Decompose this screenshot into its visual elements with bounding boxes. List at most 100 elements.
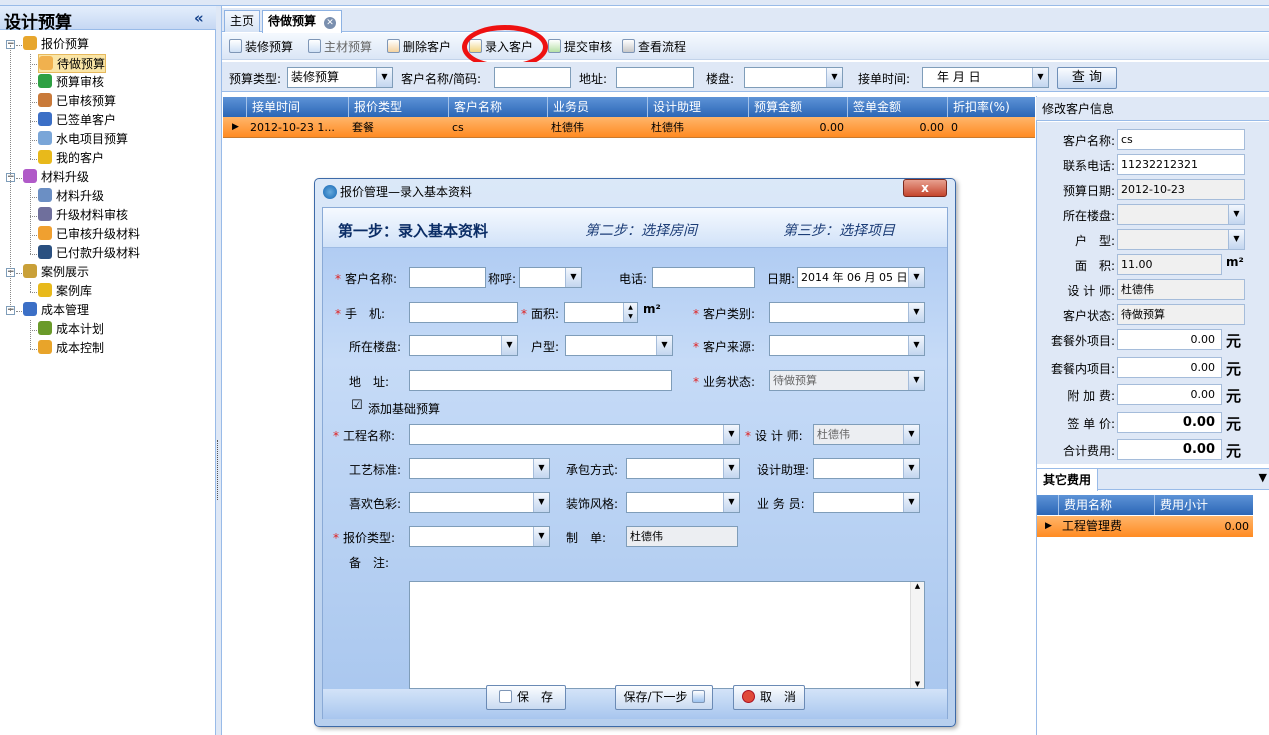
splitter-grip[interactable] bbox=[217, 440, 221, 500]
business-status-select[interactable]: 待做预算 ▼ bbox=[769, 370, 925, 391]
chevron-down-icon[interactable]: ▼ bbox=[903, 493, 919, 512]
tree-item[interactable]: 已审核预算 bbox=[38, 92, 116, 111]
contract-method-select[interactable]: ▼ bbox=[626, 458, 740, 479]
tree-item[interactable]: 材料升级 bbox=[23, 168, 89, 187]
table-row[interactable]: ▶ 2012-10-23 1... 套餐 cs 杜德伟 杜德伟 0.00 0.0… bbox=[223, 117, 1035, 138]
table-row[interactable]: ▶ 工程管理费 0.00 bbox=[1037, 516, 1253, 537]
house-type-select[interactable]: ▼ bbox=[565, 335, 673, 356]
customer-type-select[interactable]: ▼ bbox=[769, 302, 925, 323]
customer-info-field[interactable]: ▼ bbox=[1117, 204, 1245, 225]
customer-name-input[interactable] bbox=[409, 267, 486, 288]
other-col-fee-subtotal[interactable]: 费用小计 bbox=[1155, 495, 1253, 515]
decor-style-select[interactable]: ▼ bbox=[626, 492, 740, 513]
grid-col-customer-name[interactable]: 客户名称 bbox=[449, 97, 548, 117]
date-picker[interactable]: 2014 年 06 月 05 日 ▼ bbox=[797, 267, 925, 288]
delete-customer-button[interactable]: 删除客户 bbox=[387, 38, 451, 56]
chevron-down-icon[interactable]: ▼ bbox=[723, 459, 739, 478]
address-search-input[interactable] bbox=[616, 67, 694, 88]
tree-item[interactable]: 材料升级 bbox=[38, 187, 104, 206]
mobile-input[interactable] bbox=[409, 302, 518, 323]
chevron-down-icon[interactable]: ▼ bbox=[723, 493, 739, 512]
customer-info-field[interactable]: 2012-10-23 bbox=[1117, 179, 1245, 200]
chevron-down-icon[interactable]: ▼ bbox=[656, 336, 672, 355]
chevron-down-icon[interactable]: ▼ bbox=[908, 303, 924, 322]
notes-textarea[interactable]: ▲ ▼ bbox=[409, 581, 925, 689]
grid-col-salesperson[interactable]: 业务员 bbox=[548, 97, 648, 117]
chevron-down-icon[interactable]: ▼ bbox=[1228, 230, 1244, 249]
budget-type-select[interactable]: 装修预算 ▼ bbox=[287, 67, 393, 88]
building-select[interactable]: ▼ bbox=[409, 335, 518, 356]
grid-col-order-time[interactable]: 接单时间 bbox=[247, 97, 349, 117]
chevron-down-icon[interactable]: ▼ bbox=[501, 336, 517, 355]
cancel-button[interactable]: 取 消 bbox=[733, 685, 805, 710]
quote-type-select[interactable]: ▼ bbox=[409, 526, 550, 547]
area-stepper[interactable]: ▲ ▼ bbox=[564, 302, 638, 323]
tree-item[interactable]: 已付款升级材料 bbox=[38, 244, 140, 263]
tree-item[interactable]: 成本控制 bbox=[38, 339, 104, 358]
grid-col-discount-rate[interactable]: 折扣率(%) bbox=[948, 97, 1035, 117]
customer-source-select[interactable]: ▼ bbox=[769, 335, 925, 356]
grid-col-design-assistant[interactable]: 设计助理 bbox=[648, 97, 749, 117]
tab-close-icon[interactable]: ✕ bbox=[324, 17, 337, 29]
tree-item[interactable]: 案例展示 bbox=[23, 263, 89, 282]
customer-info-field[interactable]: ▼ bbox=[1117, 229, 1245, 250]
chevron-down-icon[interactable]: ▼ bbox=[903, 459, 919, 478]
notes-scrollbar[interactable]: ▲ ▼ bbox=[910, 582, 924, 688]
chevron-down-icon[interactable]: ▼ bbox=[908, 336, 924, 355]
chevron-down-icon[interactable]: ▼ bbox=[533, 459, 549, 478]
customer-info-field[interactable]: cs bbox=[1117, 129, 1245, 150]
salutation-select[interactable]: ▼ bbox=[519, 267, 582, 288]
building-search-select[interactable]: ▼ bbox=[744, 67, 843, 88]
tree-item[interactable]: 预算审核 bbox=[38, 73, 104, 92]
save-next-button[interactable]: 保存/下一步 bbox=[615, 685, 713, 710]
dialog-close-button[interactable]: x bbox=[903, 179, 947, 197]
order-date-picker[interactable]: 年 月 日 ▼ bbox=[922, 67, 1049, 88]
customer-info-field[interactable]: 11232212321 bbox=[1117, 154, 1245, 175]
view-flow-button[interactable]: 查看流程 bbox=[622, 38, 686, 56]
customer-info-field[interactable]: 待做预算 bbox=[1117, 304, 1245, 325]
chevron-down-icon[interactable]: ▼ bbox=[533, 493, 549, 512]
customer-info-field[interactable]: 11.00 bbox=[1117, 254, 1222, 275]
tree-item[interactable]: 成本计划 bbox=[38, 320, 104, 339]
favorite-color-select[interactable]: ▼ bbox=[409, 492, 550, 513]
grid-col-budget-amount[interactable]: 预算金额 bbox=[749, 97, 848, 117]
tree-item[interactable]: 已审核升级材料 bbox=[38, 225, 140, 244]
chevron-down-icon[interactable]: ▼ bbox=[533, 527, 549, 546]
chevron-down-icon[interactable]: ▼ bbox=[908, 371, 924, 390]
spin-arrows-icon[interactable]: ▲ ▼ bbox=[623, 303, 637, 322]
chevron-down-icon[interactable]: ▼ bbox=[376, 68, 392, 87]
tree-item[interactable]: 水电项目预算 bbox=[38, 130, 128, 149]
craft-standard-select[interactable]: ▼ bbox=[409, 458, 550, 479]
tree-item[interactable]: 成本管理 bbox=[23, 301, 89, 320]
project-name-select[interactable]: ▼ bbox=[409, 424, 740, 445]
address-input[interactable] bbox=[409, 370, 672, 391]
save-button[interactable]: 保 存 bbox=[486, 685, 566, 710]
tree-item[interactable]: 已签单客户 bbox=[38, 111, 116, 130]
main-material-budget-button[interactable]: 主材预算 bbox=[308, 38, 372, 56]
tree-item[interactable]: 报价预算 bbox=[23, 35, 89, 54]
submit-review-button[interactable]: 提交审核 bbox=[548, 38, 612, 56]
customer-search-input[interactable] bbox=[494, 67, 571, 88]
chevron-down-icon[interactable]: ▼ bbox=[1228, 205, 1244, 224]
add-basic-budget-checkbox[interactable]: ☑ bbox=[351, 398, 363, 413]
chevron-down-icon[interactable]: ▼ bbox=[723, 425, 739, 444]
decoration-budget-button[interactable]: 装修预算 bbox=[229, 38, 293, 56]
query-button[interactable]: 查 询 bbox=[1057, 67, 1117, 89]
phone-input[interactable] bbox=[652, 267, 755, 288]
tab-pending-budget[interactable]: 待做预算 ✕ bbox=[262, 10, 343, 33]
chevron-down-icon[interactable]: ▼ bbox=[1032, 68, 1048, 87]
collapse-panel-button[interactable]: « bbox=[194, 9, 204, 27]
customer-info-field[interactable]: 杜德伟 bbox=[1117, 279, 1245, 300]
chevron-down-icon[interactable]: ▼ bbox=[826, 68, 842, 87]
grid-col-signed-amount[interactable]: 签单金额 bbox=[848, 97, 948, 117]
chevron-down-icon[interactable]: ▼ bbox=[565, 268, 581, 287]
tree-item[interactable]: 升级材料审核 bbox=[38, 206, 128, 225]
design-assistant-select[interactable]: ▼ bbox=[813, 458, 920, 479]
salesperson-select[interactable]: ▼ bbox=[813, 492, 920, 513]
tree-item[interactable]: 案例库 bbox=[38, 282, 92, 301]
other-fees-tab[interactable]: 其它费用 bbox=[1037, 469, 1099, 491]
chevron-down-icon[interactable]: ▼ bbox=[908, 268, 924, 287]
tree-item[interactable]: 待做预算 bbox=[38, 54, 107, 73]
other-col-fee-name[interactable]: 费用名称 bbox=[1059, 495, 1155, 515]
dropdown-arrow-icon[interactable]: ▼ bbox=[1259, 471, 1267, 484]
